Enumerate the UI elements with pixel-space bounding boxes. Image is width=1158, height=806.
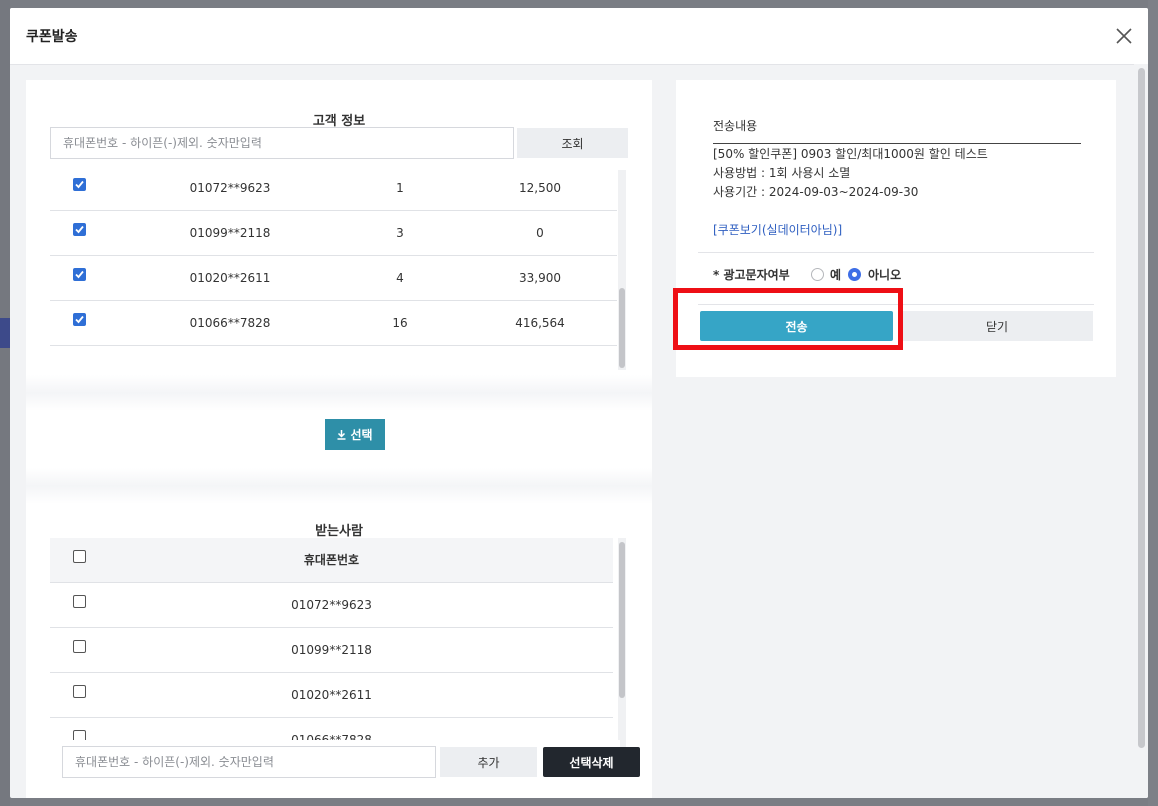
customer-row[interactable]: 01020**2611 4 33,900	[50, 256, 617, 301]
backdrop-fragment	[0, 318, 10, 348]
customer-count: 3	[396, 226, 404, 240]
select-button[interactable]: 선택	[325, 419, 385, 450]
modal-scrollbar[interactable]	[1134, 64, 1148, 798]
customer-count: 4	[396, 271, 404, 285]
divider	[698, 252, 1094, 253]
ad-message-label: * 광고문자여부	[713, 268, 790, 282]
coupon-view-link[interactable]: [쿠폰보기(실데이터아님)]	[713, 221, 842, 238]
ad-no-label[interactable]: 아니오	[868, 266, 901, 283]
send-button[interactable]: 전송	[700, 311, 893, 341]
coupon-period: 사용기간 : 2024-09-03~2024-09-30	[713, 185, 919, 199]
section-shadow	[26, 375, 652, 411]
recipient-phone-input[interactable]	[62, 746, 436, 778]
modal-title: 쿠폰발송	[26, 29, 78, 45]
recipients-title: 받는사람	[315, 524, 363, 539]
row-checkbox[interactable]	[73, 178, 86, 191]
delete-selected-button[interactable]: 선택삭제	[543, 747, 640, 777]
customer-table-scrollbar[interactable]	[618, 170, 626, 370]
recipient-row[interactable]: 01072**9623	[50, 583, 613, 628]
customer-amount: 33,900	[519, 271, 561, 285]
modal-scrollbar-thumb[interactable]	[1138, 68, 1145, 748]
recipients-table-scrollbar-thumb[interactable]	[619, 542, 625, 698]
recipients-table: 휴대폰번호 01072**962301099**211801020**26110…	[50, 538, 613, 748]
coupon-usage: 사용방법 : 1회 사용시 소멸	[713, 166, 851, 180]
recipient-row[interactable]: 01020**2611	[50, 673, 613, 718]
close-button[interactable]: 닫기	[901, 311, 1093, 341]
customer-row[interactable]: 01066**7828 16 416,564	[50, 301, 617, 346]
ad-yes-radio[interactable]	[811, 268, 824, 281]
recipient-phone: 01072**9623	[291, 598, 372, 612]
customer-table: 01072**9623 1 12,500 01099**2118 3 0 01020**26…	[50, 170, 617, 370]
customer-amount: 416,564	[515, 316, 565, 330]
customer-table-scrollbar-thumb[interactable]	[619, 288, 625, 368]
ad-no-radio[interactable]	[848, 268, 861, 281]
backdrop-fragment	[0, 0, 10, 806]
select-button-label: 선택	[350, 428, 373, 442]
recipient-phone: 01020**2611	[291, 688, 372, 702]
ad-yes-label[interactable]: 예	[830, 266, 841, 283]
customer-phone: 01099**2118	[189, 226, 271, 240]
customer-count: 16	[392, 316, 408, 330]
row-checkbox[interactable]	[73, 313, 86, 326]
divider	[698, 304, 1094, 305]
section-shadow	[26, 468, 652, 504]
send-content-title: 전송내용	[713, 119, 758, 133]
recipients-table-scrollbar[interactable]	[618, 538, 626, 748]
coupon-name: [50% 할인쿠폰] 0903 할인/최대1000원 할인 테스트	[713, 147, 988, 161]
recipient-phone: 01099**2118	[291, 643, 372, 657]
download-icon	[337, 429, 346, 440]
customer-phone: 01072**9623	[189, 181, 271, 195]
close-icon[interactable]	[1112, 24, 1136, 48]
right-panel: 전송내용 [50% 할인쿠폰] 0903 할인/최대1000원 할인 테스트 사…	[676, 80, 1116, 377]
recipient-row[interactable]: 01099**2118	[50, 628, 613, 673]
send-content-underline	[713, 143, 1081, 144]
coupon-send-modal: 쿠폰발송 고객 정보 조회 01072**9623112,50001099**2…	[10, 8, 1148, 798]
left-panel: 고객 정보 조회 01072**9623112,50001099**211830…	[26, 80, 652, 798]
column-header-phone: 휴대폰번호	[303, 553, 360, 567]
search-button[interactable]: 조회	[517, 128, 628, 158]
customer-row[interactable]: 01072**9623 1 12,500	[50, 170, 617, 211]
customer-phone: 01020**2611	[189, 271, 271, 285]
customer-search-input[interactable]	[50, 127, 514, 159]
backdrop-fragment	[1148, 0, 1158, 806]
customer-row[interactable]: 01099**2118 3 0	[50, 211, 617, 256]
customer-amount: 0	[536, 226, 544, 240]
customer-phone: 01066**7828	[189, 316, 271, 330]
row-checkbox[interactable]	[73, 268, 86, 281]
modal-header: 쿠폰발송	[10, 8, 1148, 65]
customer-count: 1	[396, 181, 404, 195]
customer-amount: 12,500	[519, 181, 561, 195]
recipients-header-row: 휴대폰번호	[50, 538, 613, 583]
add-recipient-button[interactable]: 추가	[440, 747, 537, 777]
row-checkbox[interactable]	[73, 223, 86, 236]
